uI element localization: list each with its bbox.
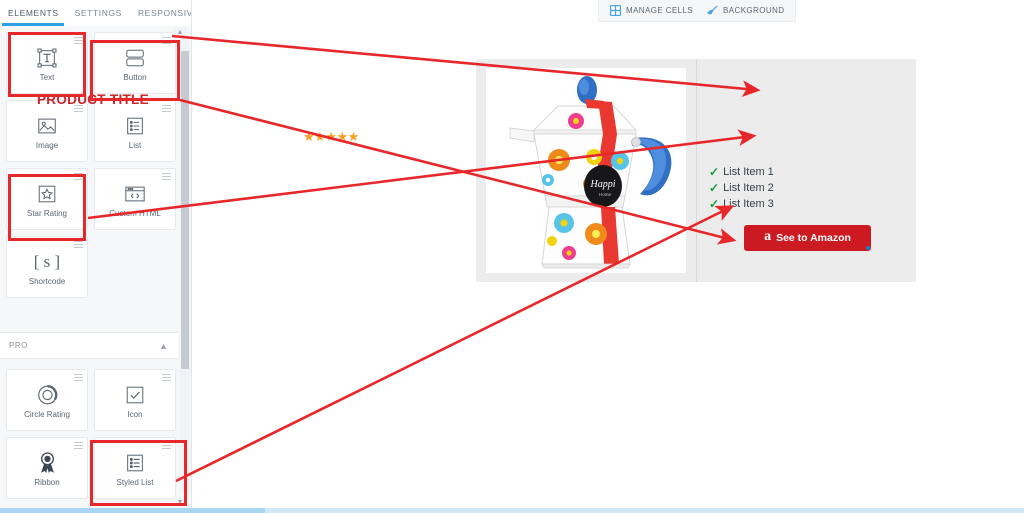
drag-handle[interactable] bbox=[74, 37, 83, 44]
element-card-image[interactable]: Image bbox=[6, 100, 88, 162]
element-card-styled-list[interactable]: Styled List bbox=[94, 437, 176, 499]
drag-handle[interactable] bbox=[162, 374, 171, 381]
element-card-star-rating[interactable]: Star Rating bbox=[6, 168, 88, 230]
pro-section-label: PRO bbox=[9, 341, 28, 350]
element-card-icon[interactable]: Icon bbox=[94, 369, 176, 431]
drag-handle[interactable] bbox=[74, 241, 83, 248]
element-card-list[interactable]: List bbox=[94, 100, 176, 162]
ribbon-icon bbox=[32, 449, 62, 477]
caret-down-icon[interactable]: ▼ bbox=[173, 497, 187, 507]
cta-resize-dot[interactable] bbox=[866, 246, 870, 250]
list-icon bbox=[120, 112, 150, 140]
element-label: Button bbox=[123, 72, 147, 82]
element-card-text[interactable]: Text bbox=[6, 32, 88, 94]
element-label: Icon bbox=[127, 409, 143, 419]
element-label: Ribbon bbox=[34, 477, 60, 487]
code-icon bbox=[120, 180, 150, 208]
star-rating-display[interactable]: ★★★★★ bbox=[303, 129, 359, 145]
list-item-label: List Item 2 bbox=[723, 182, 774, 194]
see-to-amazon-button[interactable]: a See to Amazon bbox=[744, 225, 871, 251]
element-label: Image bbox=[35, 140, 59, 150]
drag-handle[interactable] bbox=[162, 105, 171, 112]
bottom-strip-accent bbox=[0, 508, 265, 513]
element-card-custom-html[interactable]: Custom HTML bbox=[94, 168, 176, 230]
app-root: ELEMENTS SETTINGS RESPONSIVE bbox=[0, 0, 1024, 513]
list-item[interactable]: ✓ List Item 2 bbox=[709, 180, 774, 196]
canvas-toolbar: MANAGE CELLS BACKGROUND bbox=[598, 0, 796, 22]
pro-section-header[interactable]: PRO ▲ bbox=[0, 332, 178, 359]
elements-panel: ELEMENTS SETTINGS RESPONSIVE bbox=[0, 0, 192, 508]
product-image: Happi Home bbox=[486, 68, 686, 273]
check-icon: ✓ bbox=[709, 165, 720, 179]
checkbox-icon bbox=[120, 381, 150, 409]
element-label: Circle Rating bbox=[24, 409, 70, 419]
text-icon bbox=[32, 44, 62, 72]
svg-text:Home: Home bbox=[599, 192, 612, 197]
grid-cells-icon bbox=[610, 5, 621, 16]
element-card-circle-rating[interactable]: Circle Rating bbox=[6, 369, 88, 431]
background-label: BACKGROUND bbox=[723, 6, 785, 15]
element-label: List bbox=[128, 140, 142, 150]
shortcode-icon: [ s ] bbox=[33, 251, 61, 271]
circle-rating-icon bbox=[32, 381, 62, 409]
panel-scrollbar-track[interactable] bbox=[180, 37, 190, 492]
element-label: Custom HTML bbox=[109, 208, 161, 218]
product-title[interactable]: PRODUCT TITLE bbox=[37, 92, 149, 107]
list-item-label: List Item 3 bbox=[723, 198, 774, 210]
check-icon: ✓ bbox=[709, 197, 720, 211]
drag-handle[interactable] bbox=[162, 173, 171, 180]
styled-list-icon bbox=[120, 449, 150, 477]
check-icon: ✓ bbox=[709, 181, 720, 195]
drag-handle[interactable] bbox=[162, 442, 171, 449]
brand-badge-text: Happi bbox=[590, 179, 616, 190]
product-image-cell[interactable]: Happi Home bbox=[476, 59, 696, 282]
element-card-ribbon[interactable]: Ribbon bbox=[6, 437, 88, 499]
pro-elements-grid: Circle Rating Icon Ribbon Styled List bbox=[6, 369, 176, 499]
caret-up-icon[interactable]: ▲ bbox=[173, 27, 187, 37]
list-item-label: List Item 1 bbox=[723, 166, 774, 178]
list-item[interactable]: ✓ List Item 3 bbox=[709, 196, 774, 212]
paint-brush-icon bbox=[707, 5, 718, 16]
panel-scrollbar-thumb[interactable] bbox=[181, 51, 189, 369]
element-card-button[interactable]: Button bbox=[94, 32, 176, 94]
button-icon bbox=[120, 44, 150, 72]
element-label: Star Rating bbox=[26, 208, 68, 218]
amazon-a-icon: a bbox=[764, 229, 772, 244]
basic-elements-grid: Text Button Image List Star Rating Custo… bbox=[6, 32, 176, 298]
list-item[interactable]: ✓ List Item 1 bbox=[709, 164, 774, 180]
tab-responsive[interactable]: RESPONSIVE bbox=[130, 0, 191, 26]
drag-handle[interactable] bbox=[74, 374, 83, 381]
image-icon bbox=[32, 112, 62, 140]
element-label: Styled List bbox=[116, 477, 154, 487]
star-icon bbox=[32, 180, 62, 208]
drag-handle[interactable] bbox=[74, 442, 83, 449]
element-label: Text bbox=[39, 72, 55, 82]
element-label: Shortcode bbox=[28, 276, 66, 286]
manage-cells-button[interactable]: MANAGE CELLS bbox=[610, 5, 693, 16]
element-card-shortcode[interactable]: [ s ] Shortcode bbox=[6, 236, 88, 298]
manage-cells-label: MANAGE CELLS bbox=[626, 6, 694, 15]
moka-pot-illustration: Happi Home bbox=[509, 76, 672, 269]
tab-settings[interactable]: SETTINGS bbox=[67, 0, 130, 26]
drag-handle[interactable] bbox=[74, 173, 83, 180]
cta-label: See to Amazon bbox=[776, 232, 851, 244]
drag-handle[interactable] bbox=[162, 37, 171, 44]
product-feature-list[interactable]: ✓ List Item 1 ✓ List Item 2 ✓ List Item … bbox=[709, 164, 774, 212]
chevron-up-icon: ▲ bbox=[159, 340, 168, 351]
background-button[interactable]: BACKGROUND bbox=[707, 5, 784, 16]
